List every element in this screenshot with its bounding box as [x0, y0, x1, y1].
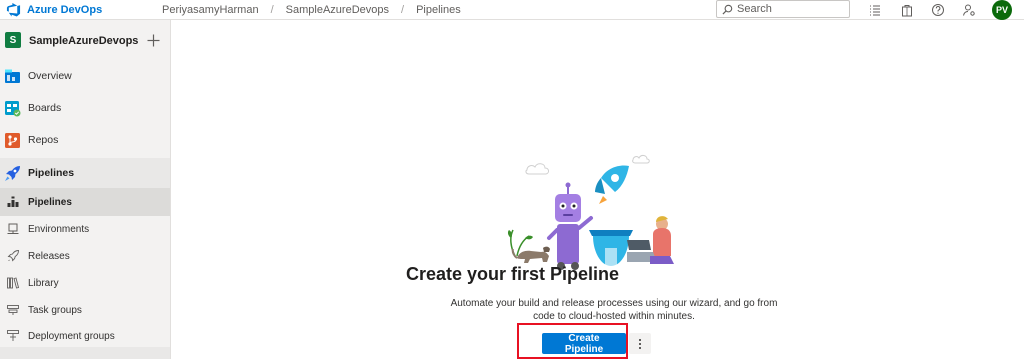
empty-state-title: Create your first Pipeline: [405, 264, 620, 284]
breadcrumb-org[interactable]: PeriyasamyHarman: [162, 4, 259, 16]
avatar[interactable]: PV: [992, 0, 1012, 20]
search-box[interactable]: [716, 0, 850, 18]
top-bar: Azure DevOps PeriyasamyHarman / SampleAz…: [0, 0, 1024, 20]
sidebar-item-boards[interactable]: Boards: [0, 94, 170, 122]
sidebar-item-label: Task groups: [28, 304, 82, 316]
sidebar-subitem-environments[interactable]: Environments: [0, 215, 170, 243]
pipelines-icon: [5, 165, 20, 181]
sidebar-item-label: Deployment groups: [28, 330, 115, 342]
boards-icon: [5, 100, 21, 116]
sidebar-item-overview[interactable]: Overview: [0, 62, 170, 90]
user-settings-icon[interactable]: [962, 3, 976, 17]
sidebar-subitem-library[interactable]: Library: [0, 269, 170, 297]
more-vertical-icon: [639, 338, 641, 349]
sidebar-item-label: Repos: [28, 134, 59, 146]
sidebar-item-label: Releases: [28, 250, 70, 262]
brand[interactable]: Azure DevOps: [6, 2, 102, 17]
repos-icon: [5, 132, 20, 148]
sidebar-subitem-task-groups[interactable]: Task groups: [0, 296, 170, 324]
azure-devops-logo-icon: [6, 2, 21, 17]
list-icon[interactable]: [868, 3, 882, 17]
breadcrumb-separator: /: [270, 4, 274, 16]
marketplace-bag-icon[interactable]: [900, 3, 914, 17]
sidebar-item-repos[interactable]: Repos: [0, 126, 170, 154]
library-icon: [7, 277, 19, 289]
empty-state-description: Automate your build and release processe…: [450, 298, 778, 322]
environments-icon: [7, 223, 19, 234]
breadcrumb: PeriyasamyHarman / SampleAzureDevops / P…: [162, 4, 461, 16]
sidebar-item-label: Library: [28, 277, 59, 289]
sidebar-footer-divider: [0, 347, 170, 359]
breadcrumb-separator: /: [401, 4, 405, 16]
sidebar: S SampleAzureDevops Overview Boards Repo…: [0, 20, 171, 359]
overview-icon: [5, 69, 20, 83]
more-actions-button[interactable]: [629, 333, 651, 354]
sidebar-item-label: Boards: [28, 102, 62, 114]
task-groups-icon: [7, 305, 19, 315]
sidebar-item-label: Pipelines: [28, 167, 75, 179]
breadcrumb-pipelines[interactable]: Pipelines: [416, 4, 461, 16]
sidebar-item-label: Environments: [28, 223, 90, 235]
pipelines-sub-icon: [7, 196, 19, 207]
search-icon: [722, 4, 733, 15]
search-input[interactable]: [737, 3, 837, 15]
app-title: Azure DevOps: [27, 3, 103, 16]
plus-icon[interactable]: [147, 34, 160, 47]
sidebar-subitem-deployment-groups[interactable]: Deployment groups: [0, 322, 170, 350]
pipeline-illustration: [507, 155, 674, 270]
project-header: S SampleAzureDevops: [0, 20, 170, 62]
main-content: Create your first Pipeline Automate your…: [171, 20, 1024, 359]
breadcrumb-project[interactable]: SampleAzureDevops: [286, 4, 389, 16]
sidebar-item-label: Pipelines: [28, 196, 72, 208]
create-pipeline-button[interactable]: Create Pipeline: [542, 333, 626, 355]
project-avatar[interactable]: S: [5, 32, 21, 48]
rocket-icon: [7, 250, 19, 262]
help-icon[interactable]: [931, 3, 945, 17]
sidebar-subitem-pipelines[interactable]: Pipelines: [0, 188, 170, 216]
deployment-groups-icon: [7, 330, 19, 341]
sidebar-item-pipelines[interactable]: Pipelines: [0, 158, 170, 188]
sidebar-item-label: Overview: [28, 70, 72, 82]
sidebar-subitem-releases[interactable]: Releases: [0, 242, 170, 270]
project-name[interactable]: SampleAzureDevops: [29, 35, 138, 47]
